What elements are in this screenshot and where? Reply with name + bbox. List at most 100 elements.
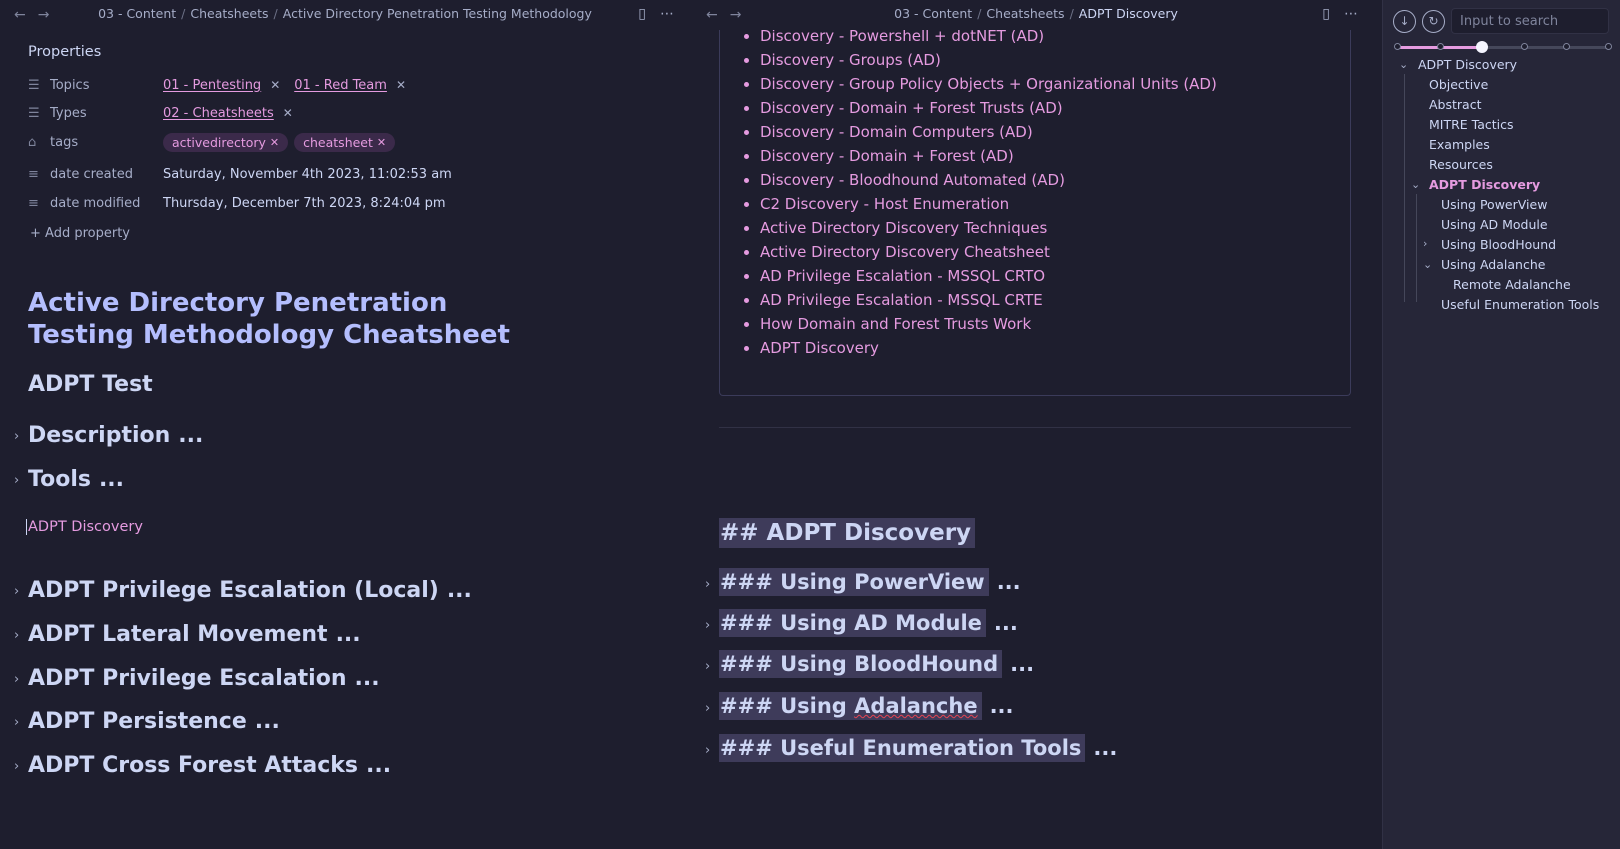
type-link[interactable]: 02 - Cheatsheets [163, 106, 274, 121]
collapse-icon[interactable]: › [705, 577, 710, 592]
chevron-right-icon[interactable]: › [1423, 237, 1427, 250]
source-heading-h3[interactable]: › ### Using PowerView... [705, 568, 1021, 596]
property-name[interactable]: tags [50, 135, 163, 150]
breadcrumb-current[interactable]: ADPT Discovery [1079, 6, 1178, 21]
tag-pill[interactable]: cheatsheet ✕ [294, 132, 396, 152]
slider-tick[interactable] [1605, 43, 1612, 50]
section-heading[interactable]: › ADPT Cross Forest Attacks... [14, 753, 391, 778]
collapse-icon[interactable]: › [705, 659, 710, 674]
more-icon[interactable]: ⋯ [1344, 6, 1358, 22]
property-name[interactable]: Types [50, 106, 163, 121]
source-heading-h3[interactable]: › ### Useful Enumeration Tools... [705, 734, 1117, 762]
remove-icon[interactable]: ✕ [396, 78, 406, 92]
collapse-icon[interactable]: › [14, 473, 19, 488]
embedded-link-item[interactable]: How Domain and Forest Trusts Work [744, 312, 1217, 336]
embedded-link-item[interactable]: Discovery - Domain Computers (AD) [744, 120, 1217, 144]
section-heading[interactable]: › ADPT Privilege Escalation... [14, 666, 380, 691]
source-heading-h2[interactable]: ## ADPT Discovery [719, 518, 976, 548]
download-icon[interactable]: ↓ [1393, 9, 1416, 33]
embedded-link-item[interactable]: Discovery - Bloodhound Automated (AD) [744, 168, 1217, 192]
outline-item[interactable]: Using PowerView [1441, 197, 1547, 212]
section-heading[interactable]: › Description... [14, 423, 203, 448]
folded-ellipsis[interactable]: ... [355, 666, 380, 691]
remove-icon[interactable]: ✕ [270, 136, 279, 149]
outline-item[interactable]: Using AD Module [1441, 217, 1548, 232]
collapse-icon[interactable]: › [14, 672, 19, 687]
breadcrumb-item[interactable]: 03 - Content [98, 6, 176, 21]
property-value[interactable]: Thursday, December 7th 2023, 8:24:04 pm [163, 196, 446, 211]
embedded-link-item[interactable]: Active Directory Discovery Cheatsheet [744, 240, 1217, 264]
section-heading[interactable]: › ADPT Privilege Escalation (Local)... [14, 578, 472, 603]
folded-ellipsis[interactable]: ... [366, 753, 391, 778]
collapse-icon[interactable]: › [14, 429, 19, 444]
slider-tick[interactable] [1521, 43, 1528, 50]
add-property-button[interactable]: + Add property [30, 226, 130, 241]
embedded-link-item[interactable]: C2 Discovery - Host Enumeration [744, 192, 1217, 216]
property-name[interactable]: date created [50, 167, 163, 182]
source-heading-h3[interactable]: › ### Using Adalanche... [705, 692, 1014, 720]
book-icon[interactable]: ▯ [1322, 6, 1330, 22]
more-icon[interactable]: ⋯ [660, 6, 674, 22]
section-heading[interactable]: › Tools... [14, 467, 124, 492]
collapse-icon[interactable]: › [705, 618, 710, 633]
refresh-icon[interactable]: ↻ [1422, 9, 1445, 33]
chevron-down-icon[interactable]: ⌄ [1399, 58, 1408, 71]
embedded-link-item[interactable]: Discovery - Domain + Forest (AD) [744, 144, 1217, 168]
outline-item[interactable]: Abstract [1429, 97, 1481, 112]
section-heading[interactable]: › ADPT Persistence... [14, 709, 280, 734]
outline-item-active[interactable]: ADPT Discovery [1429, 177, 1540, 192]
source-heading-h3[interactable]: › ### Using BloodHound... [705, 650, 1034, 678]
outline-item[interactable]: Using Adalanche [1441, 257, 1545, 272]
breadcrumb-item[interactable]: Cheatsheets [190, 6, 268, 21]
outline-item[interactable]: Resources [1429, 157, 1493, 172]
folded-ellipsis[interactable]: ... [447, 578, 472, 603]
heading-level-slider[interactable] [1394, 41, 1612, 53]
folded-ellipsis[interactable]: ... [994, 611, 1018, 635]
embedded-link-item[interactable]: Discovery - Group Policy Objects + Organ… [744, 72, 1217, 96]
embedded-link-item[interactable]: AD Privilege Escalation - MSSQL CRTE [744, 288, 1217, 312]
spellcheck-word[interactable]: Adalanche [854, 694, 977, 718]
folded-ellipsis[interactable]: ... [336, 622, 361, 647]
topic-link[interactable]: 01 - Red Team [294, 78, 387, 93]
folded-ellipsis[interactable]: ... [1093, 736, 1117, 760]
breadcrumb-item[interactable]: Cheatsheets [986, 6, 1064, 21]
remove-icon[interactable]: ✕ [377, 136, 386, 149]
collapse-icon[interactable]: › [14, 628, 19, 643]
book-icon[interactable]: ▯ [638, 6, 646, 22]
topic-link[interactable]: 01 - Pentesting [163, 78, 261, 93]
embedded-link-item[interactable]: Discovery - Groups (AD) [744, 48, 1217, 72]
slider-tick[interactable] [1437, 43, 1444, 50]
folded-ellipsis[interactable]: ... [178, 423, 203, 448]
slider-tick[interactable] [1394, 43, 1401, 50]
collapse-icon[interactable]: › [14, 584, 19, 599]
outline-item[interactable]: Using BloodHound [1441, 237, 1556, 252]
outline-item[interactable]: MITRE Tactics [1429, 117, 1514, 132]
outline-item[interactable]: Useful Enumeration Tools [1441, 297, 1599, 312]
folded-ellipsis[interactable]: ... [997, 570, 1021, 594]
slider-knob[interactable] [1475, 41, 1488, 53]
embedded-link-item[interactable]: ADPT Discovery [744, 336, 1217, 360]
slider-tick[interactable] [1563, 43, 1570, 50]
property-name[interactable]: date modified [50, 196, 163, 211]
collapse-icon[interactable]: › [705, 701, 710, 716]
embedded-link-item[interactable]: Discovery - Powershell + dotNET (AD) [744, 30, 1217, 48]
folded-ellipsis[interactable]: ... [255, 709, 280, 734]
outline-item[interactable]: Objective [1429, 77, 1488, 92]
breadcrumb-current[interactable]: Active Directory Penetration Testing Met… [283, 6, 592, 21]
tag-pill[interactable]: activedirectory ✕ [163, 132, 289, 152]
embedded-link-item[interactable]: AD Privilege Escalation - MSSQL CRTO [744, 264, 1217, 288]
remove-icon[interactable]: ✕ [270, 78, 280, 92]
collapse-icon[interactable]: › [705, 743, 710, 758]
property-value[interactable]: Saturday, November 4th 2023, 11:02:53 am [163, 167, 452, 182]
section-heading[interactable]: › ADPT Lateral Movement... [14, 622, 361, 647]
outline-item[interactable]: Remote Adalanche [1453, 277, 1571, 292]
chevron-down-icon[interactable]: ⌄ [1411, 178, 1420, 191]
collapse-icon[interactable]: › [14, 759, 19, 774]
source-heading-h3[interactable]: › ### Using AD Module... [705, 609, 1018, 637]
outline-search-input[interactable] [1451, 8, 1609, 34]
folded-ellipsis[interactable]: ... [99, 467, 124, 492]
breadcrumb-item[interactable]: 03 - Content [894, 6, 972, 21]
folded-ellipsis[interactable]: ... [1010, 652, 1034, 676]
embedded-link-item[interactable]: Discovery - Domain + Forest Trusts (AD) [744, 96, 1217, 120]
embed-link[interactable]: ADPT Discovery [26, 519, 143, 535]
